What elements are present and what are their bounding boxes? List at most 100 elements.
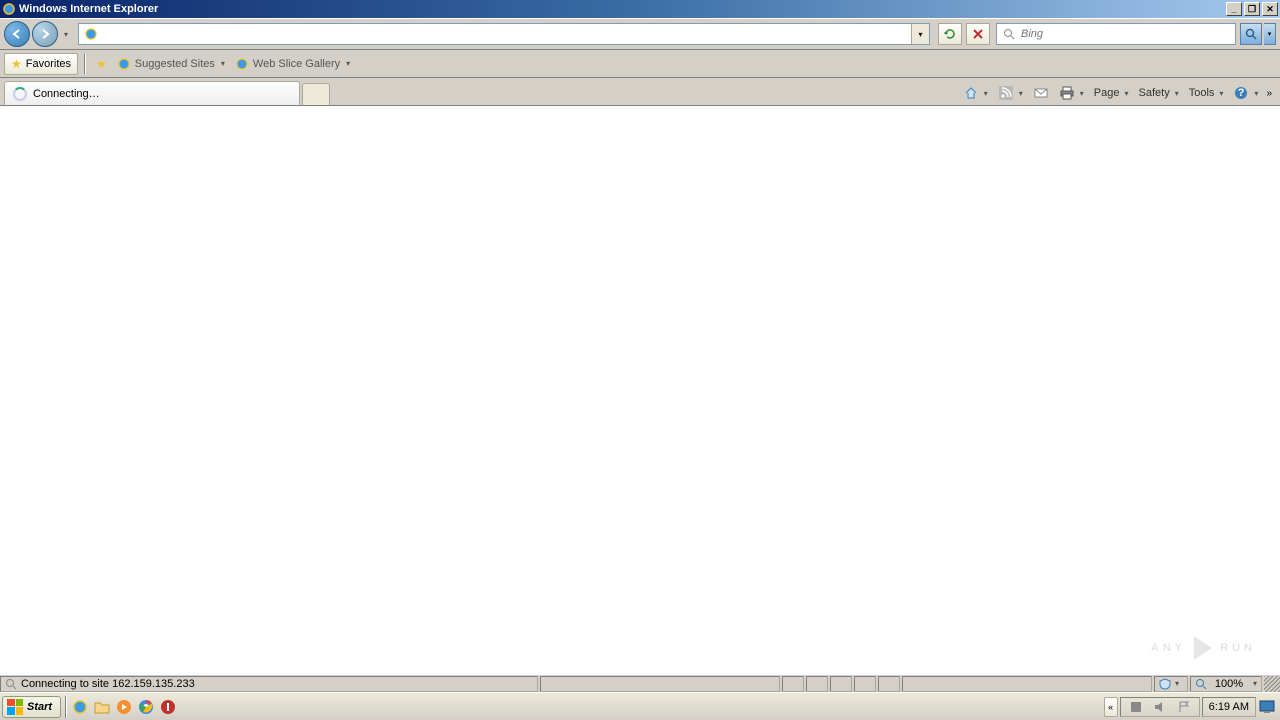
tray-monitor-icon[interactable] bbox=[1258, 698, 1276, 716]
zoom-control[interactable]: 100% ▾ bbox=[1190, 676, 1262, 692]
zone-pane bbox=[902, 676, 1152, 692]
chevron-down-icon: ▾ bbox=[984, 89, 988, 98]
status-slot-4 bbox=[854, 676, 876, 692]
address-input[interactable] bbox=[103, 28, 911, 40]
tools-menu-button[interactable]: Tools ▾ bbox=[1185, 83, 1228, 103]
page-menu-label: Page bbox=[1094, 87, 1120, 99]
loading-spinner-icon bbox=[13, 87, 27, 101]
zoom-level: 100% bbox=[1215, 678, 1243, 690]
start-label: Start bbox=[27, 701, 52, 713]
chevron-down-icon: ▾ bbox=[1019, 89, 1023, 98]
maximize-button[interactable]: ❐ bbox=[1244, 2, 1260, 16]
window-title: Windows Internet Explorer bbox=[19, 3, 1226, 15]
security-pane[interactable]: ▾ bbox=[1154, 676, 1188, 692]
suggested-sites-link[interactable]: Suggested Sites ▾ bbox=[113, 53, 229, 75]
page-content bbox=[0, 106, 1280, 674]
shield-icon bbox=[1159, 678, 1171, 690]
svg-text:?: ? bbox=[1238, 87, 1245, 99]
magnifier-icon bbox=[5, 678, 17, 690]
zoom-icon bbox=[1195, 678, 1207, 690]
new-tab-button[interactable] bbox=[302, 83, 330, 105]
chevron-down-icon: ▾ bbox=[1175, 679, 1179, 688]
star-add-icon: ★ bbox=[96, 57, 107, 71]
suggested-sites-label: Suggested Sites bbox=[135, 58, 215, 70]
chevron-down-icon: ▾ bbox=[1253, 679, 1257, 688]
search-bar[interactable] bbox=[996, 23, 1236, 45]
chevron-down-icon: ▾ bbox=[346, 59, 350, 68]
refresh-button[interactable] bbox=[938, 23, 962, 45]
clock: 6:19 AM bbox=[1209, 701, 1249, 713]
chevron-down-icon: ▾ bbox=[1175, 89, 1179, 98]
rss-icon bbox=[998, 85, 1014, 101]
system-tray: « 6:19 AM bbox=[1104, 697, 1280, 717]
chevron-down-icon: ▾ bbox=[1080, 89, 1084, 98]
quicklaunch-app[interactable] bbox=[157, 696, 179, 718]
status-text-pane: Connecting to site 162.159.135.233 bbox=[0, 676, 538, 692]
home-button[interactable]: ▾ bbox=[959, 83, 992, 103]
webslice-icon bbox=[235, 57, 249, 71]
print-button[interactable]: ▾ bbox=[1055, 83, 1088, 103]
chevron-down-icon: ▾ bbox=[1254, 89, 1258, 98]
start-button[interactable]: Start bbox=[2, 696, 61, 718]
web-slice-gallery-link[interactable]: Web Slice Gallery ▾ bbox=[231, 53, 354, 75]
stop-button[interactable] bbox=[966, 23, 990, 45]
print-icon bbox=[1059, 85, 1075, 101]
safety-menu-button[interactable]: Safety ▾ bbox=[1135, 83, 1183, 103]
clock-panel[interactable]: 6:19 AM bbox=[1202, 697, 1256, 717]
browser-tab[interactable]: Connecting… bbox=[4, 81, 300, 105]
ie-logo-icon bbox=[2, 2, 16, 16]
feeds-button[interactable]: ▾ bbox=[994, 83, 1027, 103]
play-triangle-icon bbox=[1194, 636, 1212, 660]
favorites-button[interactable]: ★ Favorites bbox=[4, 53, 78, 75]
minimize-button[interactable]: _ bbox=[1226, 2, 1242, 16]
add-to-favorites-bar[interactable]: ★ bbox=[92, 53, 111, 75]
watermark-right: RUN bbox=[1220, 642, 1256, 654]
home-icon bbox=[963, 85, 979, 101]
search-options-dropdown[interactable]: ▾ bbox=[1264, 23, 1276, 45]
status-bar: Connecting to site 162.159.135.233 ▾ 100… bbox=[0, 674, 1280, 692]
separator bbox=[84, 54, 86, 74]
status-text: Connecting to site 162.159.135.233 bbox=[21, 678, 195, 690]
watermark: ANY RUN bbox=[1151, 636, 1256, 660]
star-icon: ★ bbox=[11, 57, 22, 71]
help-button[interactable]: ? ▾ bbox=[1229, 83, 1262, 103]
address-bar[interactable]: ▾ bbox=[78, 23, 930, 45]
close-button[interactable]: ✕ bbox=[1262, 2, 1278, 16]
navigation-toolbar: ▾ ▾ ▾ bbox=[0, 18, 1280, 50]
favorites-bar: ★ Favorites ★ Suggested Sites ▾ Web Slic… bbox=[0, 50, 1280, 78]
search-input[interactable] bbox=[1021, 28, 1235, 40]
chevron-down-icon: ▾ bbox=[1219, 89, 1223, 98]
address-dropdown[interactable]: ▾ bbox=[911, 24, 929, 44]
tray-flag-icon[interactable] bbox=[1175, 698, 1193, 716]
search-go-button[interactable] bbox=[1240, 23, 1262, 45]
tools-menu-label: Tools bbox=[1189, 87, 1215, 99]
back-button[interactable] bbox=[4, 21, 30, 47]
read-mail-button[interactable] bbox=[1029, 83, 1053, 103]
tab-title: Connecting… bbox=[33, 88, 100, 100]
tray-expand-button[interactable]: « bbox=[1104, 697, 1118, 717]
favorites-label: Favorites bbox=[26, 58, 71, 70]
windows-flag-icon bbox=[7, 699, 23, 715]
mail-icon bbox=[1033, 85, 1049, 101]
toolbar-overflow-button[interactable]: » bbox=[1264, 88, 1272, 99]
tray-volume-icon[interactable] bbox=[1151, 698, 1169, 716]
quicklaunch-ie[interactable] bbox=[69, 696, 91, 718]
forward-button[interactable] bbox=[32, 21, 58, 47]
tray-icon-1[interactable] bbox=[1127, 698, 1145, 716]
status-slot-1 bbox=[782, 676, 804, 692]
taskbar: Start « 6:19 AM bbox=[0, 692, 1280, 720]
quicklaunch-chrome[interactable] bbox=[135, 696, 157, 718]
separator bbox=[65, 696, 67, 718]
quicklaunch-explorer[interactable] bbox=[91, 696, 113, 718]
chevron-down-icon: ▾ bbox=[221, 59, 225, 68]
quicklaunch-media[interactable] bbox=[113, 696, 135, 718]
status-slot-5 bbox=[878, 676, 900, 692]
page-menu-button[interactable]: Page ▾ bbox=[1090, 83, 1133, 103]
chevron-down-icon: ▾ bbox=[1125, 89, 1129, 98]
command-bar: ▾ ▾ ▾ Page ▾ Safety ▾ Tools ▾ ? ▾ » bbox=[959, 81, 1276, 105]
status-slot-3 bbox=[830, 676, 852, 692]
resize-grip[interactable] bbox=[1264, 676, 1280, 692]
progress-pane bbox=[540, 676, 780, 692]
recent-pages-dropdown[interactable]: ▾ bbox=[60, 30, 72, 39]
tray-icons-panel bbox=[1120, 697, 1200, 717]
